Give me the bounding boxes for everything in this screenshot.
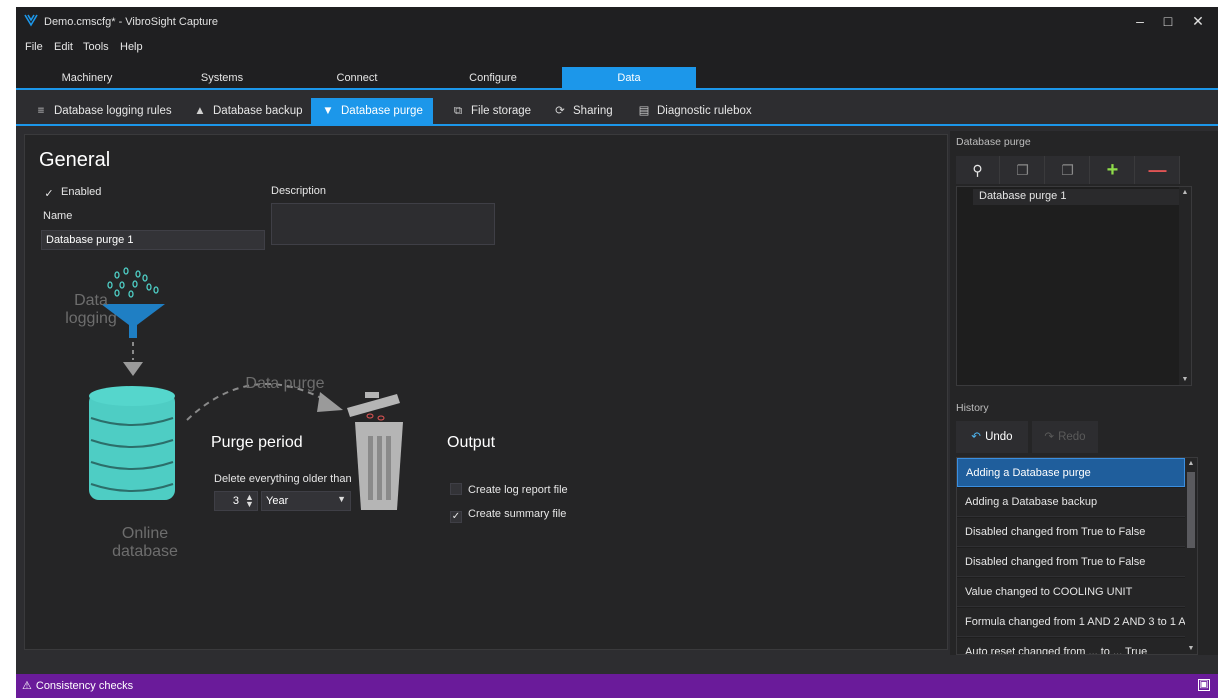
redo-button[interactable]: ↷ Redo — [1032, 421, 1098, 453]
scroll-down-icon[interactable]: ▼ — [1185, 645, 1197, 652]
expand-icon[interactable]: ▣ — [1198, 679, 1210, 691]
purge-editor: General ✓ Enabled Name Database purge 1 D… — [24, 134, 948, 650]
undo-icon: ↶ — [971, 431, 982, 443]
sharing-icon: ⟳ — [555, 105, 565, 117]
list-rules-icon: ≡ — [37, 105, 45, 117]
scroll-up-icon[interactable]: ▲ — [1185, 460, 1197, 467]
database-purge-icon: ▼ — [322, 105, 334, 117]
subtab-sharing[interactable]: ⟳ Sharing — [543, 98, 623, 124]
purge-list-scrollbar[interactable]: ▲ ▼ — [1179, 187, 1191, 385]
subtab-file-storage[interactable]: ⧉ File storage — [441, 98, 541, 124]
chevron-down-icon: ▼ — [337, 494, 346, 504]
tab-data[interactable]: Data — [562, 67, 696, 90]
database-backup-icon: ▲ — [194, 105, 206, 117]
history-scrollbar[interactable]: ▲ ▼ — [1185, 458, 1197, 654]
file-storage-icon: ⧉ — [453, 105, 463, 117]
minimize-button[interactable]: ‒ — [1126, 11, 1154, 31]
vibrosight-logo-icon — [24, 14, 38, 27]
trash-bin-icon — [347, 392, 403, 510]
scroll-thumb[interactable] — [1187, 472, 1195, 548]
section-title-general: General — [39, 149, 111, 171]
history-row[interactable]: Disabled changed from True to False — [957, 548, 1185, 577]
history-label: History — [956, 402, 989, 414]
purge-period-unit-select[interactable]: Year ▼ — [261, 491, 351, 511]
menu-edit[interactable]: Edit — [54, 41, 73, 53]
description-label: Description — [271, 185, 327, 197]
tab-configure[interactable]: Configure — [426, 67, 560, 90]
online-database-label: Online database — [112, 525, 178, 560]
menu-bar: File Edit Tools Help — [16, 37, 1218, 59]
right-panel: Database purge ⚲ ❐ ❐ + — Database purge … — [950, 131, 1218, 655]
tab-systems[interactable]: Systems — [155, 67, 289, 90]
history-list: Adding a Database purge Adding a Databas… — [956, 457, 1198, 655]
history-row[interactable]: Disabled changed from True to False — [957, 518, 1185, 547]
status-bar: ⚠ Consistency checks ▣ — [16, 674, 1218, 698]
delete-older-than-label: Delete everything older than — [214, 473, 352, 485]
name-input[interactable]: Database purge 1 — [41, 230, 265, 250]
list-item[interactable]: Database purge 1 — [973, 189, 1185, 205]
menu-file[interactable]: File — [25, 41, 43, 53]
output-title: Output — [447, 434, 496, 451]
title-bar: Demo.cmscfg* - VibroSight Capture ‒ □ ✕ — [16, 7, 1218, 37]
enabled-checkbox[interactable]: ✓ Enabled — [43, 186, 101, 200]
main-tabs: Machinery Systems Connect Configure Data — [16, 59, 1218, 90]
subtab-database-backup[interactable]: ▲ Database backup — [183, 98, 313, 124]
database-purge-panel-label: Database purge — [956, 136, 1031, 148]
database-icon — [89, 386, 175, 500]
maximize-button[interactable]: □ — [1154, 11, 1182, 31]
scroll-up-icon[interactable]: ▲ — [1179, 189, 1191, 196]
history-row[interactable]: Auto reset changed from ... to ... True — [957, 638, 1185, 654]
rulebox-icon: ▤ — [638, 105, 650, 117]
bottom-area — [16, 655, 1218, 674]
sub-tabs: ≡ Database logging rules ▲ Database backup… — [16, 90, 1218, 126]
name-label: Name — [43, 210, 73, 222]
warning-icon: ⚠ — [22, 680, 32, 692]
history-row[interactable]: Formula changed from 1 AND 2 AND 3 to 1 … — [957, 608, 1185, 637]
spinner-updown-icon[interactable]: ▲ ▼ — [245, 493, 254, 509]
checkbox-icon — [450, 483, 462, 495]
description-input[interactable] — [271, 203, 495, 245]
purge-list: Database purge 1 ▲ ▼ — [956, 186, 1192, 386]
redo-icon: ↷ — [1044, 431, 1055, 443]
search-icon[interactable]: ⚲ — [956, 156, 1000, 184]
paste-icon[interactable]: ❐ — [1046, 156, 1090, 184]
purge-period-title: Purge period — [211, 434, 303, 451]
app-window: Demo.cmscfg* - VibroSight Capture ‒ □ ✕ … — [16, 7, 1218, 698]
consistency-checks-button[interactable]: ⚠ Consistency checks — [22, 679, 133, 692]
data-purge-label: Data purge — [245, 375, 325, 392]
checkbox-icon: ✓ — [450, 511, 462, 523]
menu-tools[interactable]: Tools — [83, 41, 109, 53]
history-row[interactable]: Adding a Database purge — [957, 458, 1185, 487]
history-row[interactable]: Value changed to COOLING UNIT — [957, 578, 1185, 607]
menu-help[interactable]: Help — [120, 41, 143, 53]
check-icon: ✓ — [44, 188, 54, 200]
close-button[interactable]: ✕ — [1184, 11, 1212, 31]
copy-icon[interactable]: ❐ — [1001, 156, 1045, 184]
create-log-report-checkbox[interactable]: Create log report file — [450, 483, 568, 496]
scroll-down-icon[interactable]: ▼ — [1179, 376, 1191, 383]
tab-machinery[interactable]: Machinery — [20, 67, 154, 90]
data-logging-label: Data logging — [65, 292, 117, 327]
subtab-database-purge[interactable]: ▼ Database purge — [311, 98, 433, 124]
undo-button[interactable]: ↶ Undo — [956, 421, 1028, 453]
subtab-diagnostic-rulebox[interactable]: ▤ Diagnostic rulebox — [627, 98, 762, 124]
purge-toolbar: ⚲ ❐ ❐ + — — [956, 156, 1180, 184]
remove-icon[interactable]: — — [1136, 156, 1180, 184]
subtab-database-logging-rules[interactable]: ≡ Database logging rules — [24, 98, 182, 124]
history-row[interactable]: Adding a Database backup — [957, 488, 1185, 517]
tab-connect[interactable]: Connect — [290, 67, 424, 90]
add-icon[interactable]: + — [1091, 156, 1135, 184]
create-summary-checkbox[interactable]: ✓ Create summary file — [450, 508, 566, 523]
window-title: Demo.cmscfg* - VibroSight Capture — [44, 16, 219, 28]
